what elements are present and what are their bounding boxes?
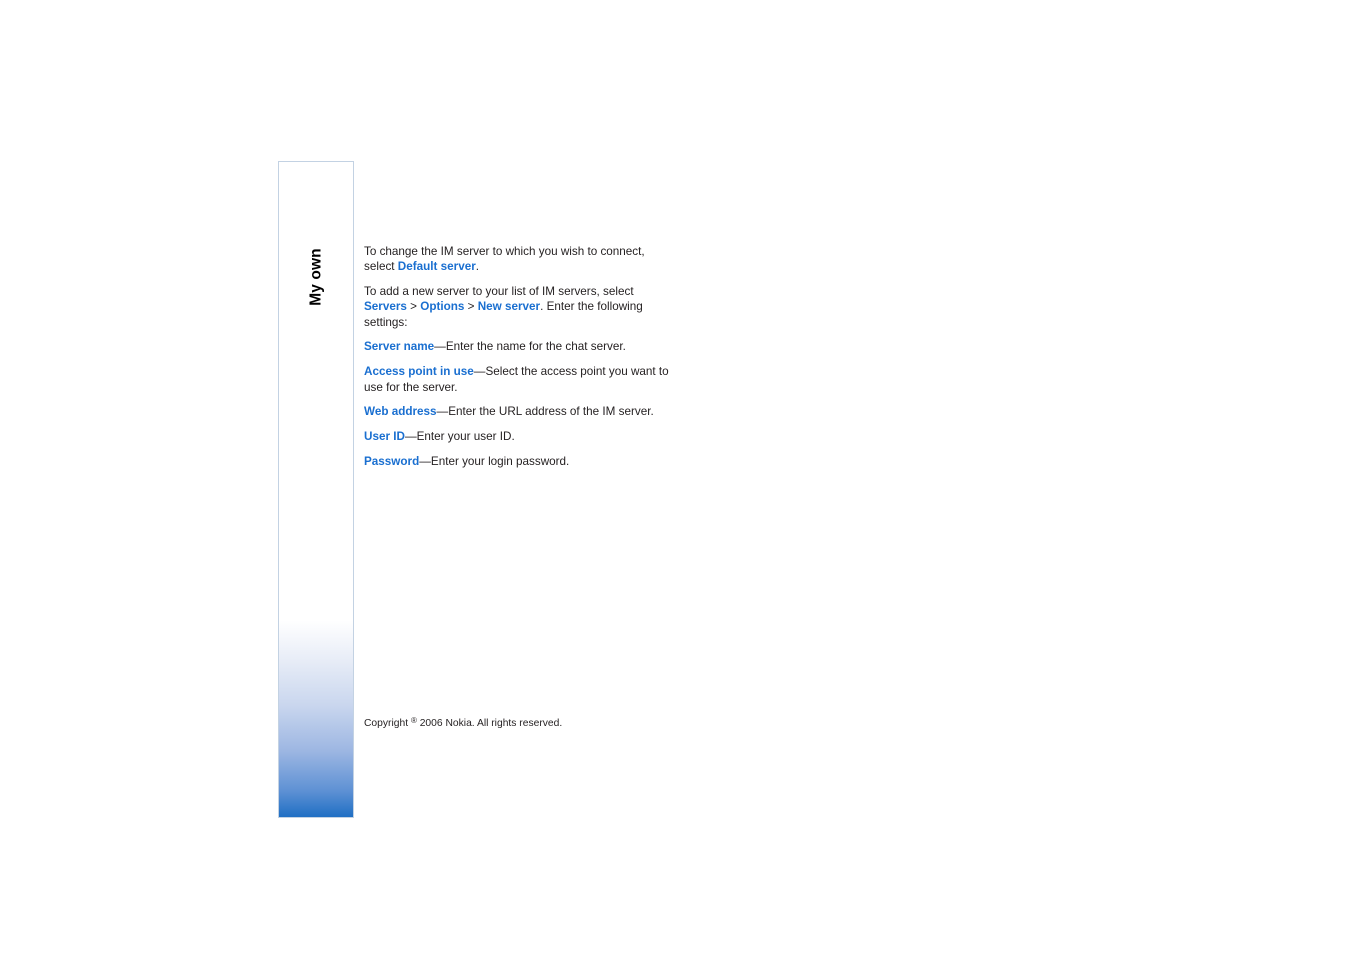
document-page: My own 82 To change the IM server to whi… [0, 0, 1351, 954]
menu-term-default-server: Default server [397, 260, 476, 274]
page-number: 82 [314, 870, 338, 893]
paragraph-setting-server-name: Server name—Enter the name for the chat … [364, 339, 674, 354]
menu-path-separator: > [464, 300, 478, 314]
body-text: . [475, 260, 479, 274]
menu-term-new-server: New server [477, 300, 541, 314]
menu-term-servers: Servers [364, 300, 407, 314]
menu-term-user-id: User ID [364, 430, 405, 444]
menu-term-server-name: Server name [364, 340, 435, 354]
body-text: —Enter the name for the chat server. [434, 340, 626, 354]
body-text-column: To change the IM server to which you wis… [364, 244, 674, 469]
chapter-title: My own [279, 162, 355, 392]
footer-copyright-prefix: Copyright [364, 718, 411, 729]
paragraph-setting-password: Password—Enter your login password. [364, 454, 674, 469]
footer-copyright-suffix: 2006 Nokia. All rights reserved. [416, 718, 563, 729]
paragraph-default-server: To change the IM server to which you wis… [364, 244, 674, 275]
paragraph-setting-access-point: Access point in use—Select the access po… [364, 364, 674, 395]
chapter-title-text: My own [308, 248, 325, 306]
menu-term-password: Password [364, 454, 420, 468]
menu-term-options: Options [420, 300, 465, 314]
menu-term-access-point-in-use: Access point in use [364, 365, 474, 379]
chapter-tab-sidebar: My own 82 [278, 161, 355, 893]
footer-copyright: Copyright ® 2006 Nokia. All rights reser… [364, 714, 562, 730]
body-text: —Enter your login password. [419, 454, 570, 468]
body-text: To add a new server to your list of IM s… [364, 285, 634, 299]
body-text: —Enter the URL address of the IM server. [436, 405, 654, 419]
menu-term-web-address: Web address [364, 405, 437, 419]
body-text: —Enter your user ID. [404, 430, 515, 444]
paragraph-new-server-path: To add a new server to your list of IM s… [364, 284, 674, 330]
menu-path-separator: > [406, 300, 421, 314]
paragraph-setting-user-id: User ID—Enter your user ID. [364, 429, 674, 444]
paragraph-setting-web-address: Web address—Enter the URL address of the… [364, 404, 674, 419]
